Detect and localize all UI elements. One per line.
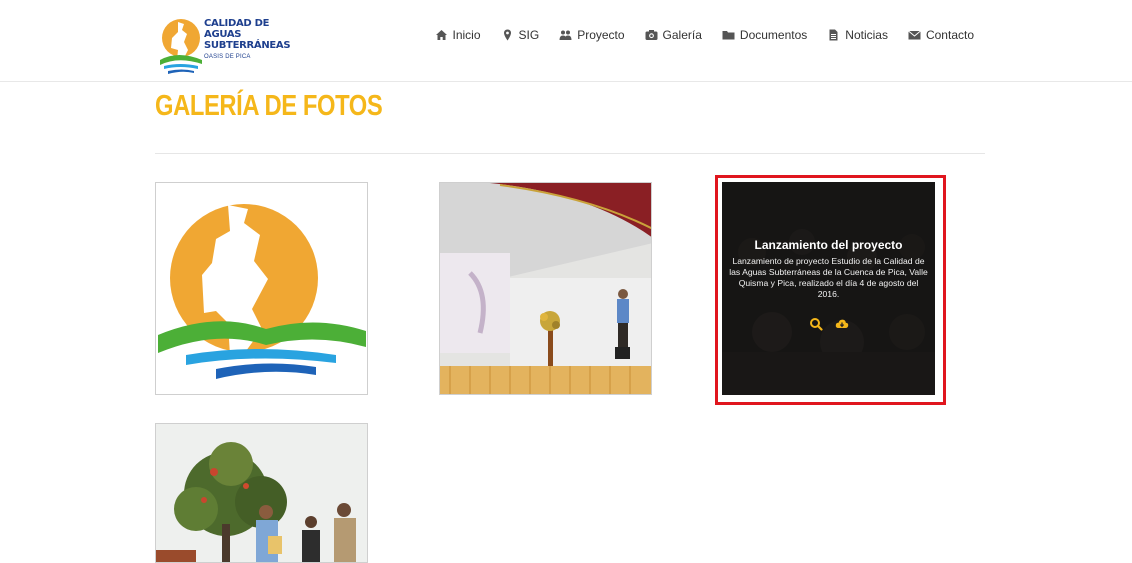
nav-label-proyecto: Proyecto: [577, 28, 625, 42]
nav-label-noticias: Noticias: [845, 28, 888, 42]
logo-text: CALIDAD DE AGUAS SUBTERRÁNEAS OASIS DE P…: [204, 18, 298, 63]
nav-label-documentos: Documentos: [739, 28, 808, 42]
cloud-download-icon[interactable]: [835, 317, 849, 331]
folder-icon: [722, 29, 735, 41]
project-logo-image: [156, 183, 367, 394]
nav-item-contacto[interactable]: Contacto: [908, 27, 974, 43]
nav-item-sig[interactable]: SIG: [501, 27, 540, 43]
search-icon[interactable]: [809, 317, 823, 331]
site-header: CALIDAD DE AGUAS SUBTERRÁNEAS OASIS DE P…: [0, 0, 1132, 82]
envelope-icon: [908, 29, 921, 41]
nav-item-proyecto[interactable]: Proyecto: [559, 27, 625, 43]
photo-actions: [722, 317, 935, 331]
brand-line-1: CALIDAD DE AGUAS: [204, 18, 270, 40]
site-logo[interactable]: CALIDAD DE AGUAS SUBTERRÁNEAS OASIS DE P…: [158, 16, 298, 76]
photo-caption-title: Lanzamiento del proyecto: [754, 238, 903, 252]
brand-line-3: OASIS DE PICA: [204, 54, 251, 60]
title-divider: [155, 153, 985, 154]
home-icon: [435, 29, 448, 41]
nav-item-inicio[interactable]: Inicio: [435, 27, 481, 43]
gallery-item-logo[interactable]: [155, 182, 368, 395]
nav-item-noticias[interactable]: Noticias: [827, 27, 888, 43]
main-nav: Inicio SIG Proyecto Galería Documentos N…: [415, 27, 974, 43]
map-marker-icon: [501, 29, 514, 41]
nav-label-inicio: Inicio: [452, 28, 481, 42]
photo-caption-overlay: Lanzamiento del proyecto Lanzamiento de …: [722, 182, 935, 395]
outdoor-photo-image: [156, 424, 367, 562]
nav-item-documentos[interactable]: Documentos: [722, 27, 807, 43]
stage-photo-image: [440, 183, 651, 394]
page-title: GALERÍA DE FOTOS: [155, 90, 383, 122]
camera-icon: [645, 29, 658, 41]
nav-label-contacto: Contacto: [925, 28, 974, 42]
brand-line-2: SUBTERRÁNEAS: [204, 40, 291, 51]
nav-item-galeria[interactable]: Galería: [645, 27, 702, 43]
gallery-item-outdoor-photo[interactable]: [155, 423, 368, 563]
gallery-item-audience-photo[interactable]: Lanzamiento del proyecto Lanzamiento de …: [722, 182, 935, 395]
nav-label-galeria: Galería: [662, 28, 702, 42]
users-icon: [559, 29, 572, 41]
gallery-item-stage-photo[interactable]: [439, 182, 652, 395]
nav-label-sig: SIG: [518, 28, 540, 42]
file-icon: [827, 29, 840, 41]
photo-caption-text: Lanzamiento de proyecto Estudio de la Ca…: [729, 256, 928, 299]
